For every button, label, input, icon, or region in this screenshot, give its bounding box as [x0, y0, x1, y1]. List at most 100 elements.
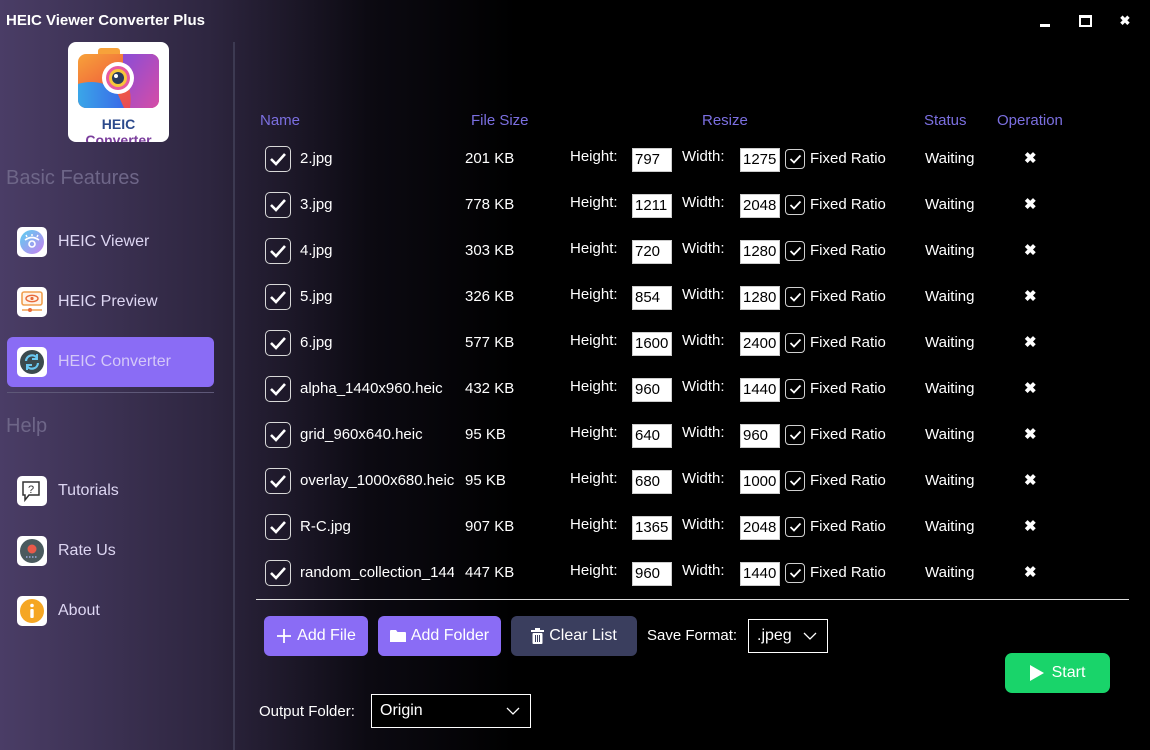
status-text: Waiting — [925, 564, 975, 581]
checkmark-icon — [789, 154, 801, 164]
file-select-checkbox[interactable] — [265, 468, 291, 494]
sidebar-item-about[interactable]: About — [7, 586, 214, 636]
sidebar-item-heic-converter[interactable]: HEIC Converter — [7, 337, 214, 387]
width-input[interactable] — [740, 378, 780, 402]
file-select-checkbox[interactable] — [265, 422, 291, 448]
output-folder-select[interactable]: Origin — [371, 694, 531, 728]
app-logo: HEIC Converter — [68, 42, 169, 142]
remove-file-icon[interactable]: ✖ — [1024, 149, 1037, 167]
clear-list-button[interactable]: Clear List — [511, 616, 637, 656]
remove-file-icon[interactable]: ✖ — [1024, 333, 1037, 351]
help-chat-icon: ? — [17, 476, 47, 506]
sidebar-item-tutorials[interactable]: ? Tutorials — [7, 466, 214, 516]
close-button[interactable]: ✖ — [1110, 10, 1140, 32]
width-input[interactable] — [740, 286, 780, 310]
sidebar-item-rate-us[interactable]: Rate Us — [7, 526, 214, 576]
file-select-checkbox[interactable] — [265, 192, 291, 218]
remove-file-icon[interactable]: ✖ — [1024, 471, 1037, 489]
svg-text:?: ? — [28, 484, 34, 496]
sidebar-item-heic-preview[interactable]: HEIC Preview — [7, 277, 214, 327]
fixed-ratio-checkbox[interactable] — [785, 563, 805, 583]
sidebar-item-heic-viewer[interactable]: HEIC Viewer — [7, 217, 214, 267]
checkmark-icon — [270, 567, 286, 580]
monitor-eye-icon — [17, 287, 47, 317]
remove-file-icon[interactable]: ✖ — [1024, 241, 1037, 259]
file-size: 95 KB — [465, 472, 506, 489]
minimize-button[interactable] — [1030, 10, 1060, 32]
width-input[interactable] — [740, 194, 780, 218]
height-input[interactable] — [632, 332, 672, 356]
width-input[interactable] — [740, 424, 780, 448]
play-icon — [1029, 665, 1044, 681]
width-input[interactable] — [740, 562, 780, 586]
height-input[interactable] — [632, 148, 672, 172]
file-row: overlay_1000x680.heic 95 KB Height: Widt… — [260, 467, 1120, 499]
height-input[interactable] — [632, 424, 672, 448]
add-file-button[interactable]: Add File — [264, 616, 368, 656]
file-size: 778 KB — [465, 196, 515, 213]
file-row: R-C.jpg 907 KB Height: Width: Fixed Rati… — [260, 513, 1120, 545]
file-select-checkbox[interactable] — [265, 376, 291, 402]
checkmark-icon — [270, 291, 286, 304]
column-header-resize: Resize — [702, 112, 748, 129]
start-button[interactable]: Start — [1005, 653, 1110, 693]
width-input[interactable] — [740, 240, 780, 264]
section-title-help: Help — [6, 415, 48, 437]
fixed-ratio-checkbox[interactable] — [785, 333, 805, 353]
file-select-checkbox[interactable] — [265, 514, 291, 540]
height-input[interactable] — [632, 286, 672, 310]
width-input[interactable] — [740, 332, 780, 356]
remove-file-icon[interactable]: ✖ — [1024, 195, 1037, 213]
fixed-ratio-checkbox[interactable] — [785, 287, 805, 307]
height-input[interactable] — [632, 562, 672, 586]
fixed-ratio-checkbox[interactable] — [785, 517, 805, 537]
width-input[interactable] — [740, 470, 780, 494]
fixed-ratio-label: Fixed Ratio — [810, 150, 886, 167]
remove-file-icon[interactable]: ✖ — [1024, 287, 1037, 305]
width-label: Width: — [682, 424, 725, 441]
height-input[interactable] — [632, 240, 672, 264]
status-text: Waiting — [925, 472, 975, 489]
checkmark-icon — [270, 475, 286, 488]
folder-icon — [389, 630, 406, 642]
remove-file-icon[interactable]: ✖ — [1024, 425, 1037, 443]
file-select-checkbox[interactable] — [265, 146, 291, 172]
remove-file-icon[interactable]: ✖ — [1024, 379, 1037, 397]
height-input[interactable] — [632, 516, 672, 540]
add-folder-button[interactable]: Add Folder — [378, 616, 501, 656]
status-text: Waiting — [925, 288, 975, 305]
height-input[interactable] — [632, 378, 672, 402]
file-name: R-C.jpg — [300, 518, 351, 535]
remove-file-icon[interactable]: ✖ — [1024, 517, 1037, 535]
height-input[interactable] — [632, 470, 672, 494]
status-text: Waiting — [925, 426, 975, 443]
fixed-ratio-checkbox[interactable] — [785, 425, 805, 445]
fixed-ratio-checkbox[interactable] — [785, 149, 805, 169]
fixed-ratio-checkbox[interactable] — [785, 241, 805, 261]
fixed-ratio-label: Fixed Ratio — [810, 472, 886, 489]
file-name: 5.jpg — [300, 288, 333, 305]
sidebar-item-label: HEIC Converter — [58, 353, 171, 370]
fixed-ratio-checkbox[interactable] — [785, 471, 805, 491]
fixed-ratio-checkbox[interactable] — [785, 195, 805, 215]
status-text: Waiting — [925, 242, 975, 259]
sidebar-item-label: HEIC Preview — [58, 293, 158, 310]
file-size: 432 KB — [465, 380, 515, 397]
file-select-checkbox[interactable] — [265, 238, 291, 264]
sidebar-splitter — [233, 42, 235, 750]
file-select-checkbox[interactable] — [265, 330, 291, 356]
width-input[interactable] — [740, 148, 780, 172]
file-select-checkbox[interactable] — [265, 284, 291, 310]
status-text: Waiting — [925, 334, 975, 351]
maximize-button[interactable] — [1070, 10, 1100, 32]
width-input[interactable] — [740, 516, 780, 540]
height-label: Height: — [570, 194, 618, 211]
file-select-checkbox[interactable] — [265, 560, 291, 586]
save-format-select[interactable]: .jpeg — [748, 619, 828, 653]
file-row: 4.jpg 303 KB Height: Width: Fixed Ratio … — [260, 237, 1120, 269]
remove-file-icon[interactable]: ✖ — [1024, 563, 1037, 581]
height-label: Height: — [570, 516, 618, 533]
height-input[interactable] — [632, 194, 672, 218]
file-size: 326 KB — [465, 288, 515, 305]
fixed-ratio-checkbox[interactable] — [785, 379, 805, 399]
